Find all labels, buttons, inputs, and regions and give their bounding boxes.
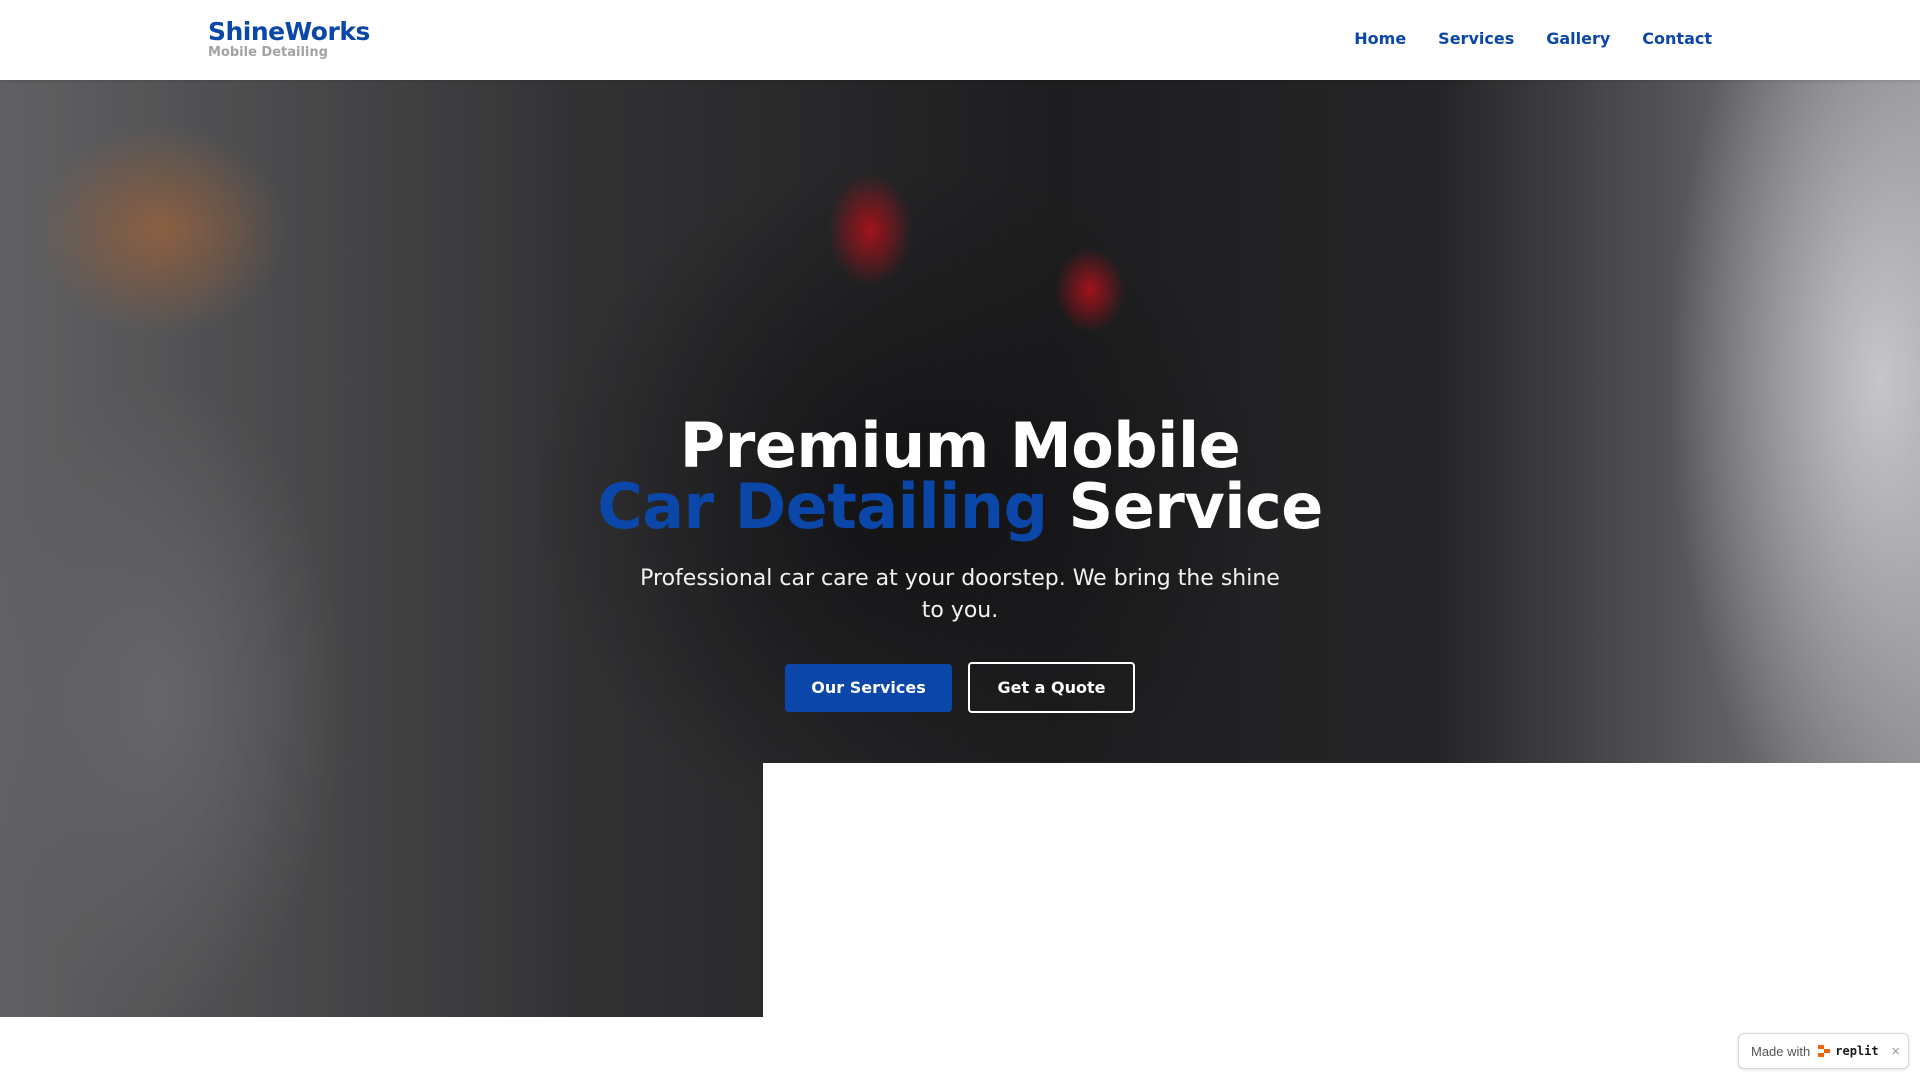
hero-subtitle: Professional car care at your doorstep. … [640, 566, 1280, 623]
badge-made-with-text: Made with [1751, 1043, 1811, 1059]
close-icon[interactable]: × [1891, 1044, 1901, 1058]
page-bottom-blank [0, 1017, 1920, 1080]
main-nav: Home Services Gallery Contact [1354, 28, 1712, 50]
hero-title-rest: Service [1047, 470, 1324, 543]
replit-logo-icon [1818, 1045, 1831, 1057]
our-services-button[interactable]: Our Services [785, 664, 952, 712]
nav-services[interactable]: Services [1438, 28, 1514, 50]
site-header: ShineWorks Mobile Detailing Home Service… [0, 0, 1920, 80]
made-with-replit-badge[interactable]: Made with replit × [1738, 1033, 1909, 1069]
brand-tagline: Mobile Detailing [208, 45, 328, 60]
brand-logo[interactable]: ShineWorks Mobile Detailing [208, 17, 370, 60]
nav-home[interactable]: Home [1354, 28, 1406, 50]
hero-title: Premium Mobile Car Detailing Service [560, 415, 1360, 538]
get-a-quote-button[interactable]: Get a Quote [968, 662, 1135, 713]
hero-buttons: Our Services Get a Quote [560, 662, 1360, 713]
brand-name: ShineWorks [208, 17, 370, 46]
nav-contact[interactable]: Contact [1642, 28, 1712, 50]
nav-gallery[interactable]: Gallery [1546, 28, 1610, 50]
hero-section: Premium Mobile Car Detailing Service Pro… [560, 415, 1360, 713]
badge-replit-wordmark: replit [1835, 1044, 1879, 1058]
hero-title-accent: Car Detailing [597, 470, 1048, 543]
